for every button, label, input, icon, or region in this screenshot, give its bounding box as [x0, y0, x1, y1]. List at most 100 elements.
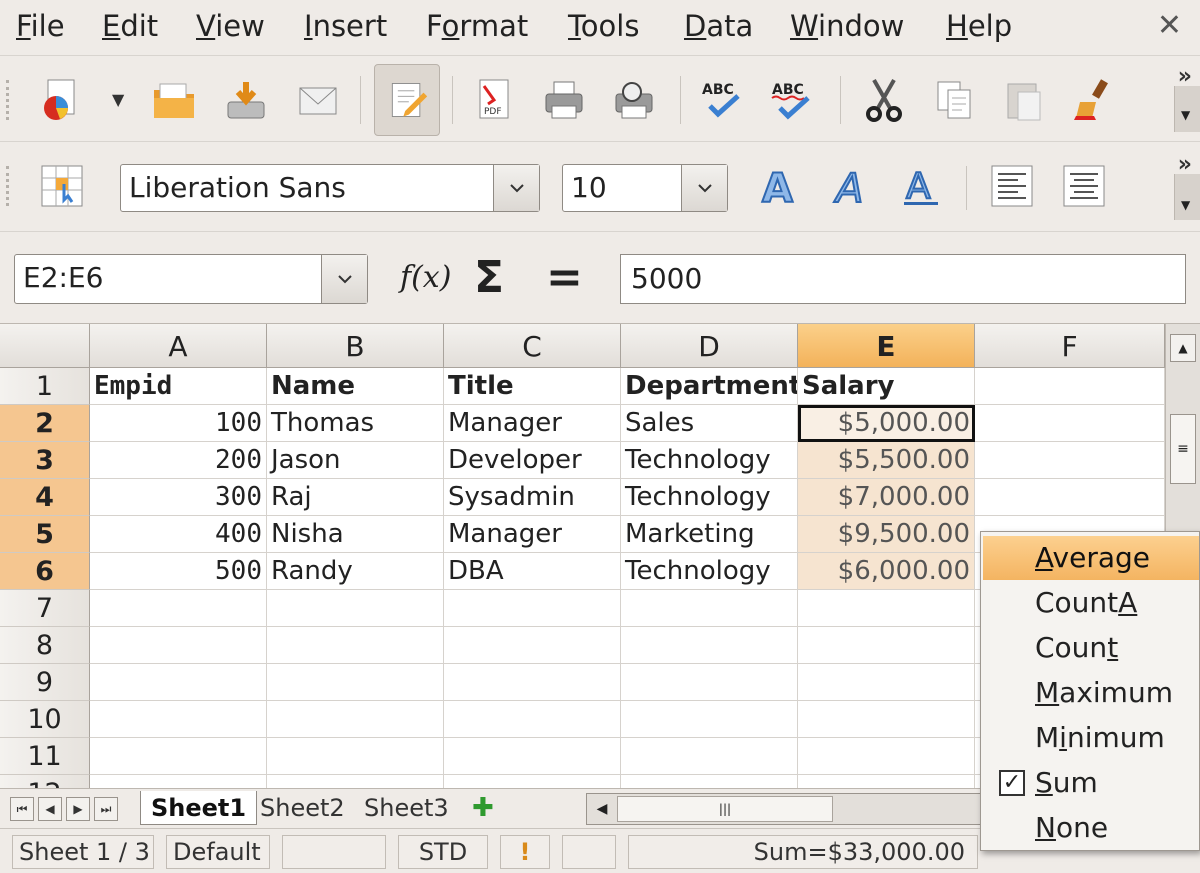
- last-sheet-icon[interactable]: ⏭: [94, 797, 118, 821]
- cell-b10[interactable]: [267, 701, 444, 738]
- sheet-tab-1[interactable]: Sheet1: [140, 791, 258, 825]
- function-menu-item-none[interactable]: None: [983, 806, 1199, 850]
- scroll-up-icon[interactable]: ▲: [1170, 334, 1196, 362]
- cell-a7[interactable]: [90, 590, 267, 627]
- row-header-5[interactable]: 5: [0, 516, 90, 553]
- row-header-2[interactable]: 2: [0, 405, 90, 442]
- cell-c5[interactable]: Manager: [444, 516, 621, 553]
- selection-sum[interactable]: Sum=$33,000.00: [628, 835, 978, 869]
- row-header-4[interactable]: 4: [0, 479, 90, 516]
- toolbar-options-icon[interactable]: ▼: [1174, 174, 1200, 220]
- styles-formatting-icon[interactable]: [34, 158, 90, 214]
- cell-c12[interactable]: [444, 775, 621, 788]
- spellcheck-icon[interactable]: ABC: [696, 72, 752, 128]
- cell-e7[interactable]: [798, 590, 975, 627]
- cell-d5[interactable]: Marketing: [621, 516, 798, 553]
- cell-c3[interactable]: Developer: [444, 442, 621, 479]
- cell-d1[interactable]: Department: [621, 368, 798, 405]
- chevron-down-icon[interactable]: [321, 255, 367, 303]
- font-size-combobox[interactable]: 10: [562, 164, 728, 212]
- cell-a10[interactable]: [90, 701, 267, 738]
- row-header-8[interactable]: 8: [0, 627, 90, 664]
- cell-f1[interactable]: [975, 368, 1165, 405]
- cell-c6[interactable]: DBA: [444, 553, 621, 590]
- scroll-left-icon[interactable]: ◀: [589, 796, 615, 822]
- cell-d4[interactable]: Technology: [621, 479, 798, 516]
- row-header-12[interactable]: 12: [0, 775, 90, 788]
- cell-d12[interactable]: [621, 775, 798, 788]
- menu-edit[interactable]: Edit: [102, 6, 158, 46]
- function-menu-item-counta[interactable]: CountA: [983, 581, 1199, 625]
- cell-b9[interactable]: [267, 664, 444, 701]
- print-icon[interactable]: [536, 72, 592, 128]
- cell-a11[interactable]: [90, 738, 267, 775]
- save-icon[interactable]: [218, 72, 274, 128]
- function-menu-item-sum[interactable]: ✓ Sum: [983, 761, 1199, 805]
- cell-e4[interactable]: $7,000.00: [798, 479, 975, 516]
- new-document-icon[interactable]: [32, 72, 88, 128]
- page-style[interactable]: Default: [166, 835, 270, 869]
- cell-b11[interactable]: [267, 738, 444, 775]
- cell-e5[interactable]: $9,500.00: [798, 516, 975, 553]
- cell-b1[interactable]: Name: [267, 368, 444, 405]
- cell-a5[interactable]: 400: [90, 516, 267, 553]
- cell-e3[interactable]: $5,500.00: [798, 442, 975, 479]
- formula-input[interactable]: 5000: [620, 254, 1186, 304]
- cell-e6[interactable]: $6,000.00: [798, 553, 975, 590]
- column-header-b[interactable]: B: [267, 324, 444, 368]
- selection-mode[interactable]: STD: [398, 835, 488, 869]
- cell-a4[interactable]: 300: [90, 479, 267, 516]
- cell-d8[interactable]: [621, 627, 798, 664]
- clone-formatting-icon[interactable]: [1066, 72, 1122, 128]
- export-pdf-icon[interactable]: PDF: [466, 72, 522, 128]
- cell-d7[interactable]: [621, 590, 798, 627]
- horizontal-scroll-thumb[interactable]: |||: [617, 796, 833, 822]
- cell-c8[interactable]: [444, 627, 621, 664]
- select-all-corner[interactable]: [0, 324, 90, 368]
- cell-b3[interactable]: Jason: [267, 442, 444, 479]
- function-icon[interactable]: =: [546, 252, 583, 303]
- cell-b5[interactable]: Nisha: [267, 516, 444, 553]
- edit-mode-icon[interactable]: [374, 64, 440, 136]
- sheet-tab-3[interactable]: Sheet3: [354, 791, 459, 825]
- align-left-icon[interactable]: [984, 158, 1040, 214]
- function-wizard-icon[interactable]: f(x): [400, 260, 451, 295]
- first-sheet-icon[interactable]: ⏮: [10, 797, 34, 821]
- cell-b4[interactable]: Raj: [267, 479, 444, 516]
- cell-d3[interactable]: Technology: [621, 442, 798, 479]
- cell-b7[interactable]: [267, 590, 444, 627]
- cell-e10[interactable]: [798, 701, 975, 738]
- scroll-thumb[interactable]: ≡: [1170, 414, 1196, 484]
- cell-e12[interactable]: [798, 775, 975, 788]
- menu-view[interactable]: View: [196, 6, 265, 46]
- align-center-icon[interactable]: [1056, 158, 1112, 214]
- cell-a12[interactable]: [90, 775, 267, 788]
- row-header-9[interactable]: 9: [0, 664, 90, 701]
- next-sheet-icon[interactable]: ▶: [66, 797, 90, 821]
- function-menu-item-minimum[interactable]: Minimum: [983, 716, 1199, 760]
- cell-c10[interactable]: [444, 701, 621, 738]
- function-menu-item-count[interactable]: Count: [983, 626, 1199, 670]
- font-name-combobox[interactable]: Liberation Sans: [120, 164, 540, 212]
- cell-c4[interactable]: Sysadmin: [444, 479, 621, 516]
- cell-a6[interactable]: 500: [90, 553, 267, 590]
- print-preview-icon[interactable]: [606, 72, 662, 128]
- cell-d10[interactable]: [621, 701, 798, 738]
- sum-icon[interactable]: Σ: [474, 252, 504, 303]
- cell-c11[interactable]: [444, 738, 621, 775]
- cell-c1[interactable]: Title: [444, 368, 621, 405]
- underline-icon[interactable]: A: [894, 158, 950, 214]
- cell-e2[interactable]: $5,000.00: [798, 405, 975, 442]
- menu-data[interactable]: Data: [684, 6, 753, 46]
- row-header-10[interactable]: 10: [0, 701, 90, 738]
- menu-tools[interactable]: Tools: [568, 6, 639, 46]
- open-folder-icon[interactable]: [146, 72, 202, 128]
- toolbar-options-icon[interactable]: ▼: [1174, 86, 1200, 132]
- cell-b8[interactable]: [267, 627, 444, 664]
- function-menu-item-maximum[interactable]: Maximum: [983, 671, 1199, 715]
- new-dropdown-arrow-icon[interactable]: ▼: [112, 90, 124, 109]
- menu-file[interactable]: File: [16, 6, 65, 46]
- cell-a1[interactable]: Empid: [90, 368, 267, 405]
- cell-e1[interactable]: Salary: [798, 368, 975, 405]
- cell-a3[interactable]: 200: [90, 442, 267, 479]
